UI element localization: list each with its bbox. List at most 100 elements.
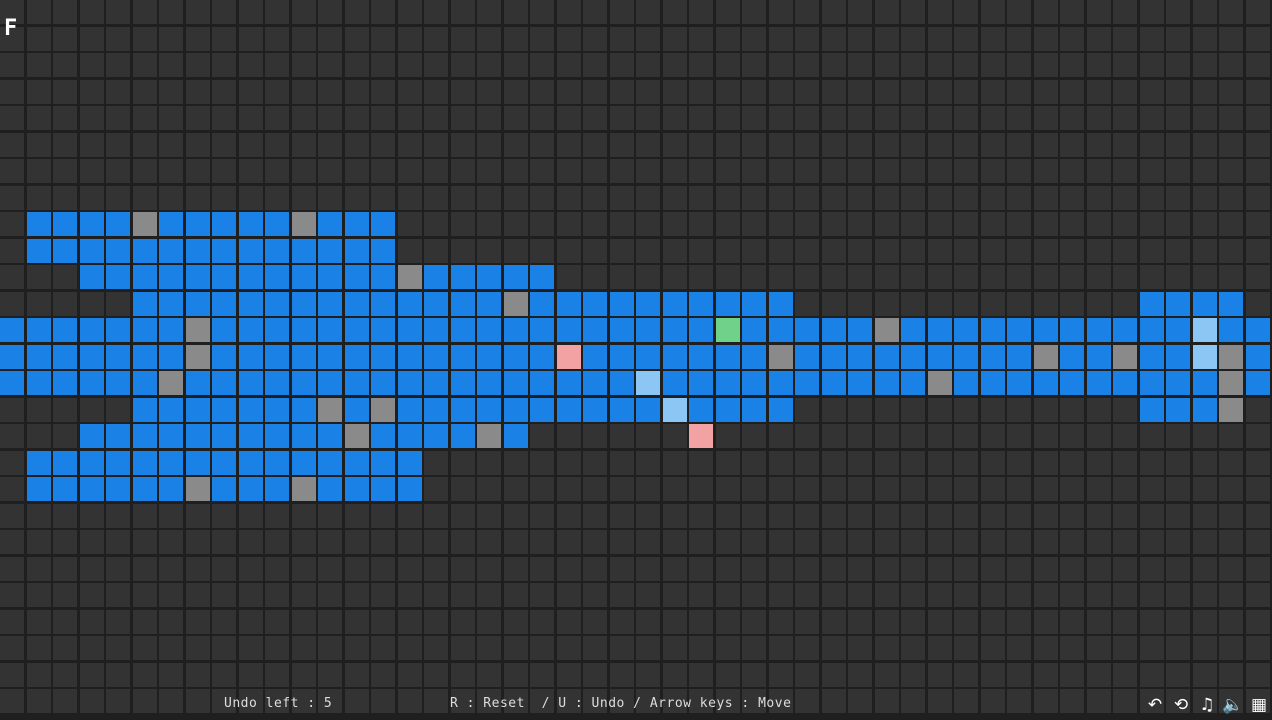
empty-tile (53, 610, 77, 634)
water-tile (318, 451, 342, 475)
empty-tile (1113, 53, 1137, 77)
empty-tile (504, 80, 528, 104)
empty-tile (80, 159, 104, 183)
empty-tile (901, 583, 925, 607)
water-tile (186, 212, 210, 236)
empty-tile (239, 504, 263, 528)
empty-tile (345, 610, 369, 634)
empty-tile (1140, 504, 1164, 528)
empty-tile (424, 610, 448, 634)
music-icon[interactable]: ♫ (1196, 694, 1218, 716)
empty-tile (186, 689, 210, 713)
empty-tile (318, 557, 342, 581)
empty-tile (398, 583, 422, 607)
empty-tile (769, 239, 793, 263)
water-tile (212, 292, 236, 316)
empty-tile (610, 27, 634, 51)
empty-tile (1140, 0, 1164, 24)
empty-tile (742, 557, 766, 581)
empty-tile (1166, 212, 1190, 236)
empty-tile (795, 610, 819, 634)
empty-tile (822, 557, 846, 581)
empty-tile (848, 424, 872, 448)
empty-tile (159, 53, 183, 77)
empty-tile (901, 80, 925, 104)
water-tile (133, 424, 157, 448)
menu-icon[interactable]: ▦ (1248, 694, 1270, 716)
empty-tile (106, 80, 130, 104)
water-tile (451, 318, 475, 342)
empty-tile (1246, 530, 1270, 554)
stone-tile (292, 212, 316, 236)
empty-tile (504, 186, 528, 210)
empty-tile (583, 557, 607, 581)
empty-tile (106, 689, 130, 713)
empty-tile (530, 27, 554, 51)
empty-tile (1166, 557, 1190, 581)
empty-tile (1219, 557, 1243, 581)
empty-tile (1060, 186, 1084, 210)
empty-tile (557, 477, 581, 501)
empty-tile (1140, 53, 1164, 77)
undo-icon[interactable]: ↶ (1144, 694, 1166, 716)
empty-tile (875, 292, 899, 316)
empty-tile (636, 557, 660, 581)
water-tile (583, 318, 607, 342)
empty-tile (345, 636, 369, 660)
empty-tile (742, 106, 766, 130)
empty-tile (80, 0, 104, 24)
empty-tile (1113, 0, 1137, 24)
empty-tile (504, 53, 528, 77)
empty-tile (663, 424, 687, 448)
sound-icon[interactable]: 🔈 (1222, 694, 1244, 716)
empty-tile (928, 292, 952, 316)
water-tile (239, 398, 263, 422)
empty-tile (981, 451, 1005, 475)
empty-tile (1140, 265, 1164, 289)
water-tile (424, 318, 448, 342)
empty-tile (1219, 504, 1243, 528)
empty-tile (901, 159, 925, 183)
water-tile (954, 318, 978, 342)
water-tile (371, 318, 395, 342)
water-tile (159, 345, 183, 369)
empty-tile (1060, 265, 1084, 289)
target-tile (689, 424, 713, 448)
water-tile (530, 292, 554, 316)
empty-tile (954, 504, 978, 528)
empty-tile (689, 159, 713, 183)
water-tile (133, 371, 157, 395)
empty-tile (981, 80, 1005, 104)
empty-tile (557, 159, 581, 183)
water-tile (53, 345, 77, 369)
water-tile (239, 292, 263, 316)
empty-tile (636, 451, 660, 475)
restart-icon[interactable]: ⟲ (1170, 694, 1192, 716)
empty-tile (159, 610, 183, 634)
empty-tile (1140, 583, 1164, 607)
empty-tile (504, 451, 528, 475)
water-tile (504, 265, 528, 289)
empty-tile (769, 530, 793, 554)
empty-tile (1060, 636, 1084, 660)
water-tile (689, 371, 713, 395)
water-tile (371, 239, 395, 263)
water-tile (345, 371, 369, 395)
empty-tile (1246, 424, 1270, 448)
empty-tile (265, 0, 289, 24)
empty-tile (954, 663, 978, 687)
empty-tile (1060, 27, 1084, 51)
water-tile (981, 371, 1005, 395)
water-tile (716, 292, 740, 316)
water-tile (689, 345, 713, 369)
empty-tile (610, 186, 634, 210)
empty-tile (1034, 583, 1058, 607)
empty-tile (954, 27, 978, 51)
empty-tile (742, 504, 766, 528)
water-tile (1166, 398, 1190, 422)
empty-tile (716, 477, 740, 501)
empty-tile (186, 186, 210, 210)
water-tile (742, 371, 766, 395)
empty-tile (0, 451, 24, 475)
water-tile (133, 292, 157, 316)
